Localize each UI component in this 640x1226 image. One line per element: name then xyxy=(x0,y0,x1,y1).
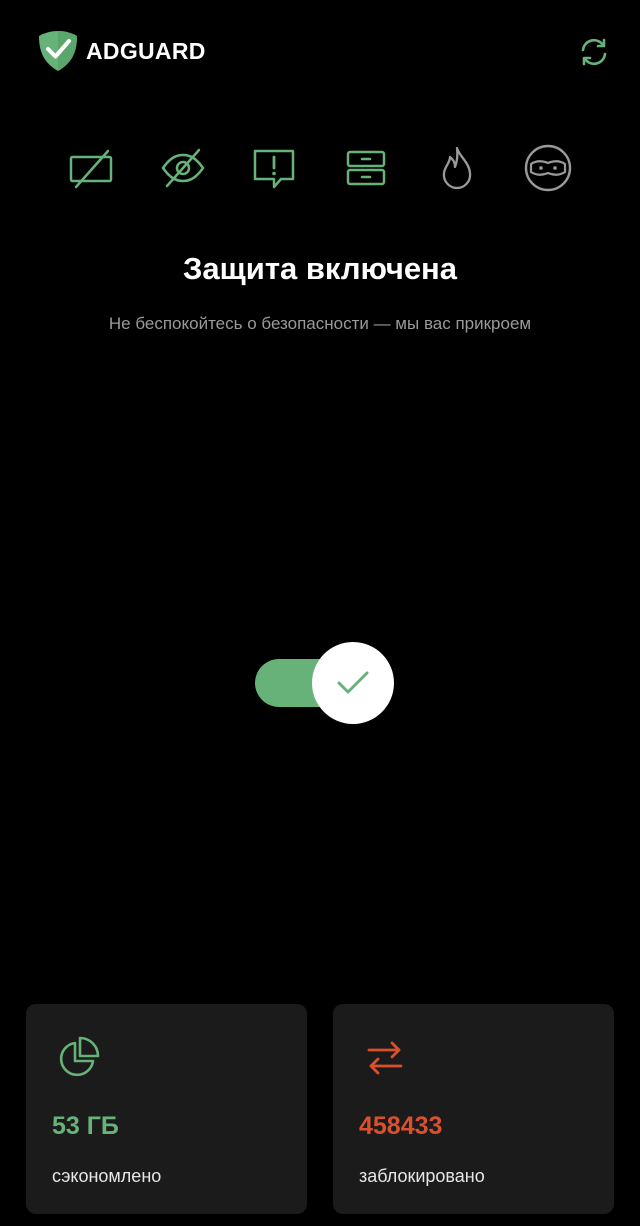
ninja-icon xyxy=(524,144,572,192)
feature-ad-blocking[interactable] xyxy=(63,140,119,196)
blocked-count-label: заблокировано xyxy=(359,1166,485,1186)
protection-status-title: Защита включена xyxy=(182,251,458,286)
protection-features xyxy=(0,140,640,200)
saved-traffic-label: сэкономлено xyxy=(52,1166,162,1186)
alert-message-icon xyxy=(253,149,295,189)
saved-traffic-value: 53 ГБ xyxy=(52,1112,119,1140)
feature-annoyance-blocking[interactable] xyxy=(246,140,302,196)
refresh-icon xyxy=(581,38,607,66)
swap-arrows-icon xyxy=(367,1041,403,1075)
server-icon xyxy=(346,150,386,186)
adguard-shield-icon xyxy=(39,31,77,71)
protection-toggle[interactable] xyxy=(255,642,395,724)
refresh-button[interactable] xyxy=(576,34,612,70)
feature-dns-protection[interactable] xyxy=(338,140,394,196)
feature-tracking-protection[interactable] xyxy=(155,140,211,196)
toggle-knob xyxy=(312,642,394,724)
checkmark-icon xyxy=(337,671,369,694)
protection-status-subtitle: Не беспокойтесь о безопасности — мы вас … xyxy=(108,314,532,333)
stats-card-blocked[interactable]: 458433 заблокировано xyxy=(333,1004,614,1214)
flame-icon xyxy=(442,146,472,190)
blocked-count-value: 458433 xyxy=(359,1112,443,1140)
feature-stealth-mode[interactable] xyxy=(520,140,576,196)
brand-name: ADGUARD xyxy=(86,37,206,64)
crossed-eye-icon xyxy=(161,148,205,188)
crossed-screen-icon xyxy=(69,149,113,189)
feature-firewall[interactable] xyxy=(429,140,485,196)
app-header: ADGUARD xyxy=(0,0,640,104)
adguard-logo: ADGUARD xyxy=(38,30,206,72)
pie-chart-icon xyxy=(59,1036,100,1077)
stats-card-saved[interactable]: 53 ГБ сэкономлено xyxy=(26,1004,307,1214)
